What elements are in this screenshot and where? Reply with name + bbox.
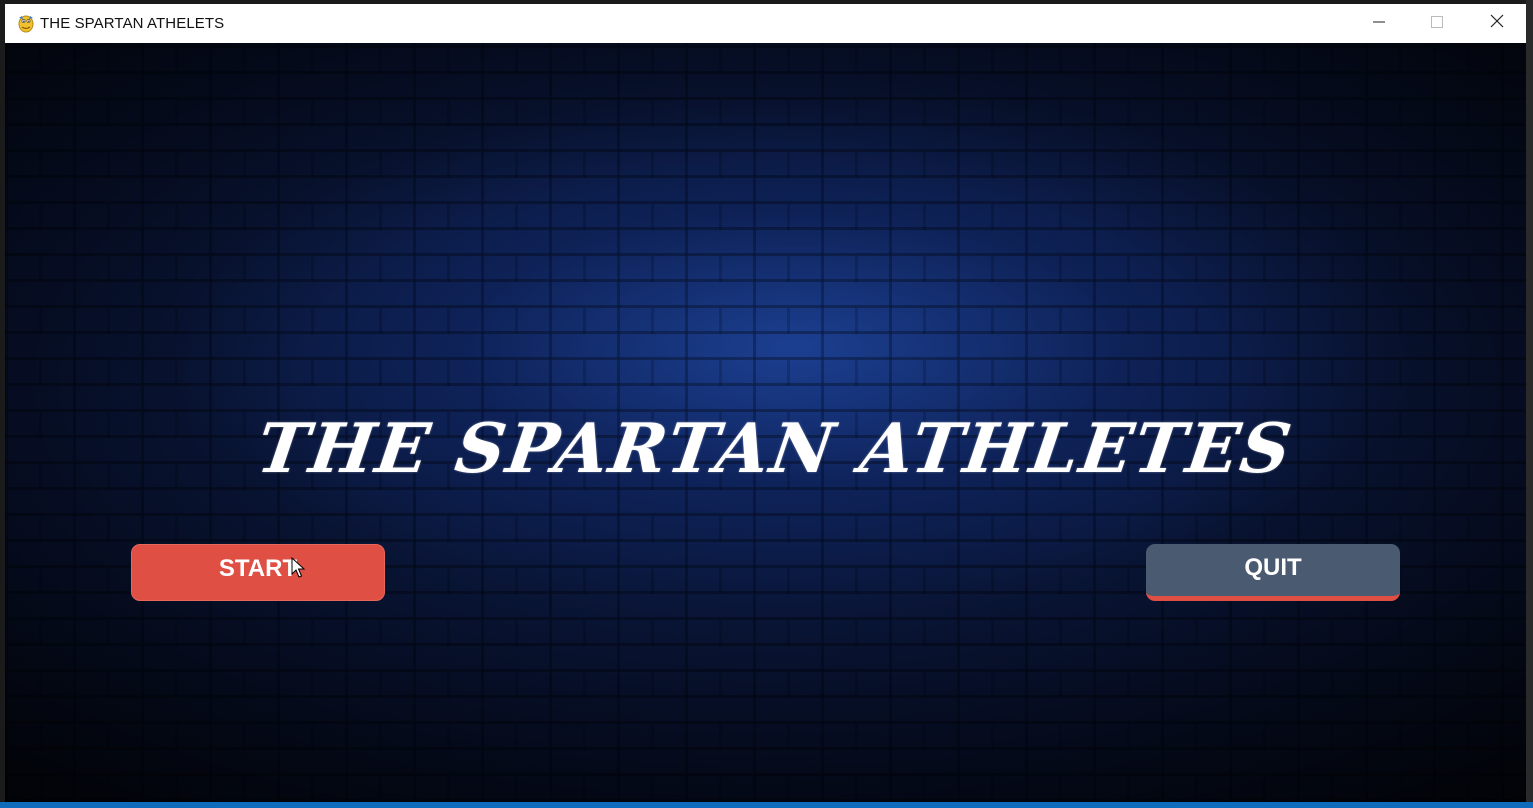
taskbar-edge — [0, 802, 1533, 808]
quit-button[interactable]: QUIT — [1146, 544, 1400, 601]
game-window: THE SPARTAN ATHELETS THE SPARTAN ATHLETE… — [5, 4, 1526, 802]
title-bar[interactable]: THE SPARTAN ATHELETS — [5, 4, 1526, 43]
minimize-icon — [1373, 15, 1385, 33]
close-icon — [1490, 14, 1504, 33]
window-title: THE SPARTAN ATHELETS — [40, 15, 225, 32]
game-title: THE SPARTAN ATHLETES — [252, 409, 1298, 489]
maximize-button[interactable] — [1408, 4, 1466, 43]
minimize-button[interactable] — [1350, 4, 1408, 43]
start-button[interactable]: START — [131, 544, 385, 601]
game-canvas[interactable]: THE SPARTAN ATHLETES START QUIT — [5, 43, 1526, 802]
maximize-icon — [1431, 15, 1443, 33]
close-button[interactable] — [1468, 4, 1526, 43]
desktop-edge — [1526, 0, 1533, 802]
mouse-cursor-icon — [291, 556, 306, 579]
pygame-snake-icon — [16, 13, 36, 33]
